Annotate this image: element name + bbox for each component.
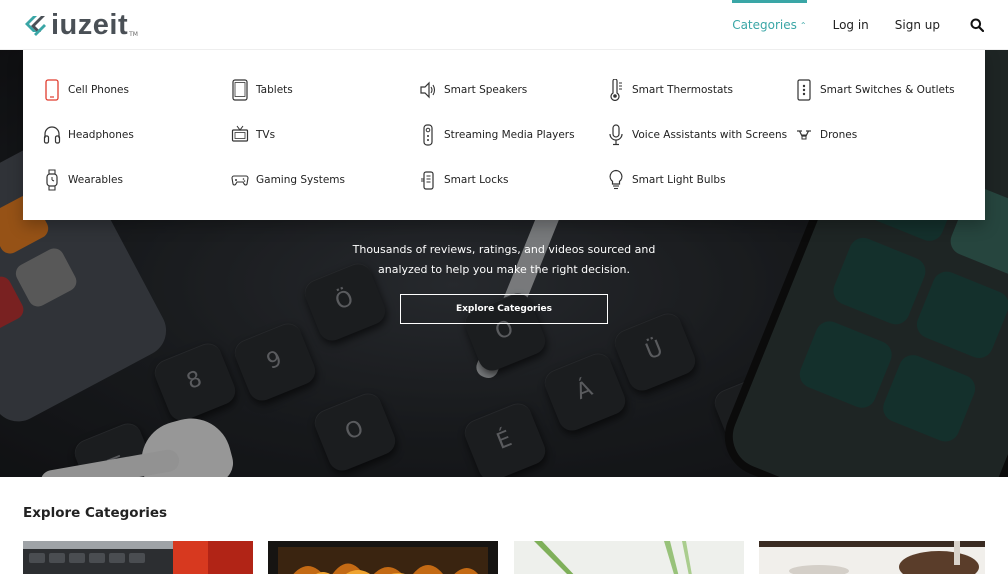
menu-item-cell-phones[interactable]: Cell Phones [43, 78, 129, 102]
main-nav: Categories ⌃ Log in Sign up [706, 0, 984, 50]
menu-item-smart-switches[interactable]: Smart Switches & Outlets [795, 78, 955, 102]
nav-login[interactable]: Log in [833, 0, 869, 50]
menu-item-streaming-media-players[interactable]: Streaming Media Players [419, 123, 575, 147]
category-card-laptops[interactable] [23, 541, 253, 574]
switch-icon [797, 79, 811, 101]
menu-item-gaming-systems[interactable]: Gaming Systems [231, 168, 345, 192]
hero-subtitle: Thousands of reviews, ratings, and video… [0, 240, 1008, 280]
menu-item-label: Tablets [256, 84, 293, 96]
category-card-plants[interactable] [514, 541, 744, 574]
nav-categories-label: Categories [732, 18, 797, 32]
category-card-image [514, 541, 744, 574]
menu-item-label: Smart Speakers [444, 84, 528, 96]
menu-item-label: Smart Light Bulbs [632, 174, 726, 186]
bulb-icon [609, 169, 623, 190]
cell-phone-icon [45, 79, 59, 101]
categories-dropdown: Cell Phones Tablets Smart Speakers Smart… [23, 50, 985, 220]
logo[interactable]: iuzeit TM [22, 8, 138, 42]
gamepad-icon [231, 175, 249, 186]
microphone-icon [609, 124, 623, 146]
category-card-image [268, 541, 498, 574]
menu-item-wearables[interactable]: Wearables [43, 168, 123, 192]
menu-item-tvs[interactable]: TVs [231, 123, 275, 147]
hero-subtitle-line2: analyzed to help you make the right deci… [378, 263, 630, 276]
tv-icon [231, 125, 249, 142]
category-card-image [759, 541, 985, 574]
menu-item-headphones[interactable]: Headphones [43, 123, 134, 147]
chevron-up-icon: ⌃ [799, 20, 807, 30]
menu-item-label: Drones [820, 129, 858, 141]
explore-categories-button[interactable]: Explore Categories [400, 294, 608, 324]
speaker-icon [420, 81, 436, 99]
menu-item-label: Smart Switches & Outlets [820, 84, 955, 96]
thermostat-icon [610, 79, 622, 101]
category-card-kitchen[interactable] [759, 541, 985, 574]
logo-mark-icon [25, 16, 46, 36]
menu-item-smart-thermostats[interactable]: Smart Thermostats [607, 78, 733, 102]
menu-item-label: Cell Phones [68, 84, 129, 96]
category-card-tvs[interactable] [268, 541, 498, 574]
menu-item-smart-light-bulbs[interactable]: Smart Light Bulbs [607, 168, 726, 192]
menu-item-drones[interactable]: Drones [795, 123, 857, 147]
menu-item-label: Headphones [68, 129, 134, 141]
remote-icon [423, 124, 433, 146]
lock-icon [421, 171, 434, 190]
hero-subtitle-line1: Thousands of reviews, ratings, and video… [352, 243, 656, 256]
menu-item-smart-speakers[interactable]: Smart Speakers [419, 78, 527, 102]
menu-item-label: Gaming Systems [256, 174, 345, 186]
menu-item-label: Wearables [68, 174, 123, 186]
menu-item-label: Voice Assistants with Screens [632, 129, 788, 141]
menu-item-voice-assistants[interactable]: Voice Assistants with Screens [607, 123, 787, 147]
category-card-image [23, 541, 253, 574]
menu-item-label: TVs [256, 129, 276, 141]
menu-item-smart-locks[interactable]: Smart Locks [419, 168, 509, 192]
headphones-icon [43, 126, 61, 144]
logo-text: iuzeit [51, 8, 129, 41]
menu-item-tablets[interactable]: Tablets [231, 78, 293, 102]
tablet-icon [232, 79, 248, 101]
menu-item-label: Smart Thermostats [632, 84, 734, 96]
drone-icon [797, 130, 811, 140]
site-header: iuzeit TM Categories ⌃ Log in Sign up [0, 0, 1008, 50]
explore-categories-heading: Explore Categories [23, 505, 168, 521]
nav-categories[interactable]: Categories ⌃ [732, 0, 807, 50]
search-icon[interactable] [970, 18, 984, 32]
menu-item-label: Smart Locks [444, 174, 509, 186]
nav-signup[interactable]: Sign up [895, 0, 940, 50]
logo-trademark: TM [129, 31, 138, 38]
watch-icon [46, 169, 58, 191]
menu-item-label: Streaming Media Players [444, 129, 575, 141]
